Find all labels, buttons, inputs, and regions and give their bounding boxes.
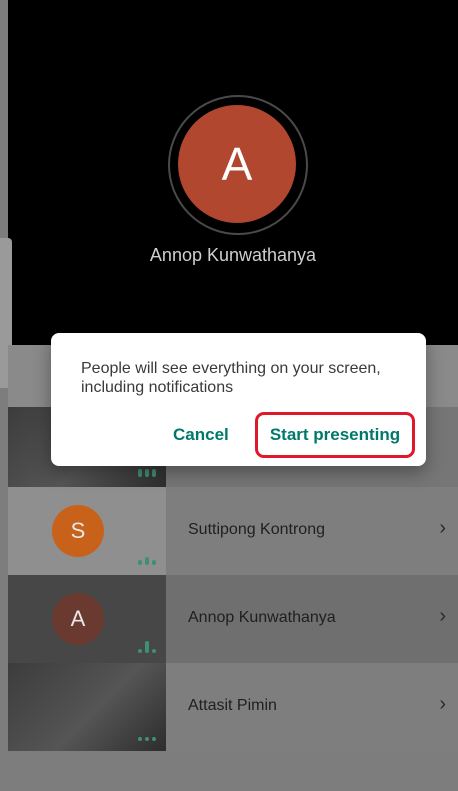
audio-level-icon [138, 557, 156, 565]
participant-avatar: S [52, 505, 104, 557]
chevron-right-icon[interactable]: › [439, 517, 446, 540]
dialog-message: People will see everything on your scree… [81, 360, 381, 396]
chevron-right-icon[interactable]: › [439, 693, 446, 716]
participant-avatar: A [52, 593, 104, 645]
participant-name: Annop Kunwathanya [188, 609, 336, 626]
participant-row[interactable]: Attasit Pimin › [8, 663, 458, 751]
cancel-button[interactable]: Cancel [173, 425, 229, 445]
chevron-right-icon[interactable]: › [439, 605, 446, 628]
participant-row[interactable]: A Annop Kunwathanya › [8, 575, 458, 663]
participant-name: Attasit Pimin [188, 697, 277, 714]
participant-initial: S [70, 518, 86, 543]
audio-level-icon [138, 737, 156, 741]
participant-tile: S [8, 487, 166, 575]
participant-initial: A [70, 606, 86, 631]
audio-level-icon [138, 641, 156, 653]
featured-avatar-initial: A [221, 138, 253, 190]
featured-avatar: A [178, 105, 296, 223]
participant-row[interactable]: S Suttipong Kontrong › [8, 487, 458, 575]
participant-name: Suttipong Kontrong [188, 521, 325, 538]
participant-tile: A [8, 575, 166, 663]
participant-video-tile [8, 663, 166, 751]
featured-name: Annop Kunwathanya [149, 245, 317, 265]
start-presenting-button[interactable]: Start presenting [255, 412, 415, 458]
audio-level-icon [138, 469, 156, 477]
present-confirm-dialog: People will see everything on your scree… [51, 333, 426, 466]
